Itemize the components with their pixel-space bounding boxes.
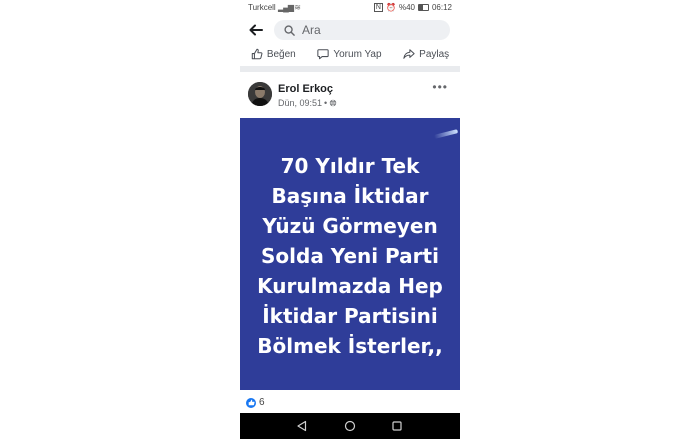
post-options-button[interactable]: ••• bbox=[432, 80, 448, 94]
arrow-left-icon[interactable] bbox=[248, 22, 264, 38]
search-icon bbox=[284, 24, 295, 36]
post-header: Erol Erkoç Dün, 09:51 • ••• bbox=[240, 78, 460, 114]
light-streak-decoration bbox=[433, 129, 459, 139]
post-timestamp[interactable]: Dün, 09:51 bbox=[278, 98, 322, 108]
search-row bbox=[240, 16, 460, 44]
like-label: Beğen bbox=[266, 48, 296, 60]
battery-icon bbox=[417, 4, 429, 11]
image-text-line: Kurulmazda Hep bbox=[257, 274, 443, 298]
image-text-line: 70 Yıldır Tek bbox=[280, 154, 420, 178]
image-text-line: İktidar Partisini bbox=[262, 304, 438, 328]
square-recents-icon[interactable] bbox=[391, 420, 403, 432]
search-input[interactable] bbox=[300, 22, 434, 38]
search-box[interactable] bbox=[274, 20, 450, 40]
share-icon bbox=[403, 49, 415, 59]
signal-icon: ▂▄▆ ≋ bbox=[278, 3, 301, 12]
image-text-line: Başına İktidar bbox=[271, 184, 429, 208]
post-image[interactable]: 70 Yıldır Tek Başına İktidar Yüzü Görmey… bbox=[240, 118, 460, 390]
nfc-icon: N bbox=[373, 3, 383, 12]
reaction-count: 6 bbox=[259, 397, 265, 408]
post-author[interactable]: Erol Erkoç bbox=[278, 83, 333, 95]
post-meta: Dün, 09:51 • bbox=[278, 98, 337, 108]
status-right: N ⏰ %40 06:12 bbox=[373, 3, 452, 12]
meta-separator: • bbox=[324, 98, 328, 108]
image-text-line: Bölmek İsterler,, bbox=[257, 334, 443, 358]
post-image-text: 70 Yıldır Tek Başına İktidar Yüzü Görmey… bbox=[240, 151, 460, 361]
alarm-icon: ⏰ bbox=[385, 3, 396, 12]
comment-button[interactable]: Yorum Yap bbox=[317, 48, 382, 60]
phone-screen: Turkcell ▂▄▆ ≋ N ⏰ %40 06:12 Beğen bbox=[240, 0, 460, 439]
carrier-name: Turkcell bbox=[248, 3, 276, 12]
image-text-line: Solda Yeni Parti bbox=[261, 244, 439, 268]
comment-icon bbox=[317, 49, 330, 60]
battery-percent: %40 bbox=[398, 3, 415, 12]
avatar-portrait-icon bbox=[248, 82, 272, 106]
circle-home-icon[interactable] bbox=[344, 420, 356, 432]
share-label: Paylaş bbox=[419, 48, 450, 60]
like-button[interactable]: Beğen bbox=[251, 48, 296, 60]
share-button[interactable]: Paylaş bbox=[403, 48, 449, 60]
globe-icon bbox=[330, 99, 337, 107]
status-bar: Turkcell ▂▄▆ ≋ N ⏰ %40 06:12 bbox=[240, 0, 460, 14]
image-text-line: Yüzü Görmeyen bbox=[262, 214, 438, 238]
reactions-summary[interactable]: 6 bbox=[246, 397, 265, 408]
feed-divider bbox=[240, 66, 460, 72]
comment-label: Yorum Yap bbox=[333, 48, 382, 60]
triangle-back-icon[interactable] bbox=[296, 420, 308, 432]
like-reaction-icon bbox=[246, 397, 256, 408]
clock: 06:12 bbox=[431, 3, 452, 12]
avatar[interactable] bbox=[248, 82, 272, 106]
android-nav-bar bbox=[240, 413, 460, 439]
thumbs-up-icon bbox=[251, 48, 263, 60]
post-actions-bar: Beğen Yorum Yap Paylaş bbox=[240, 44, 460, 64]
